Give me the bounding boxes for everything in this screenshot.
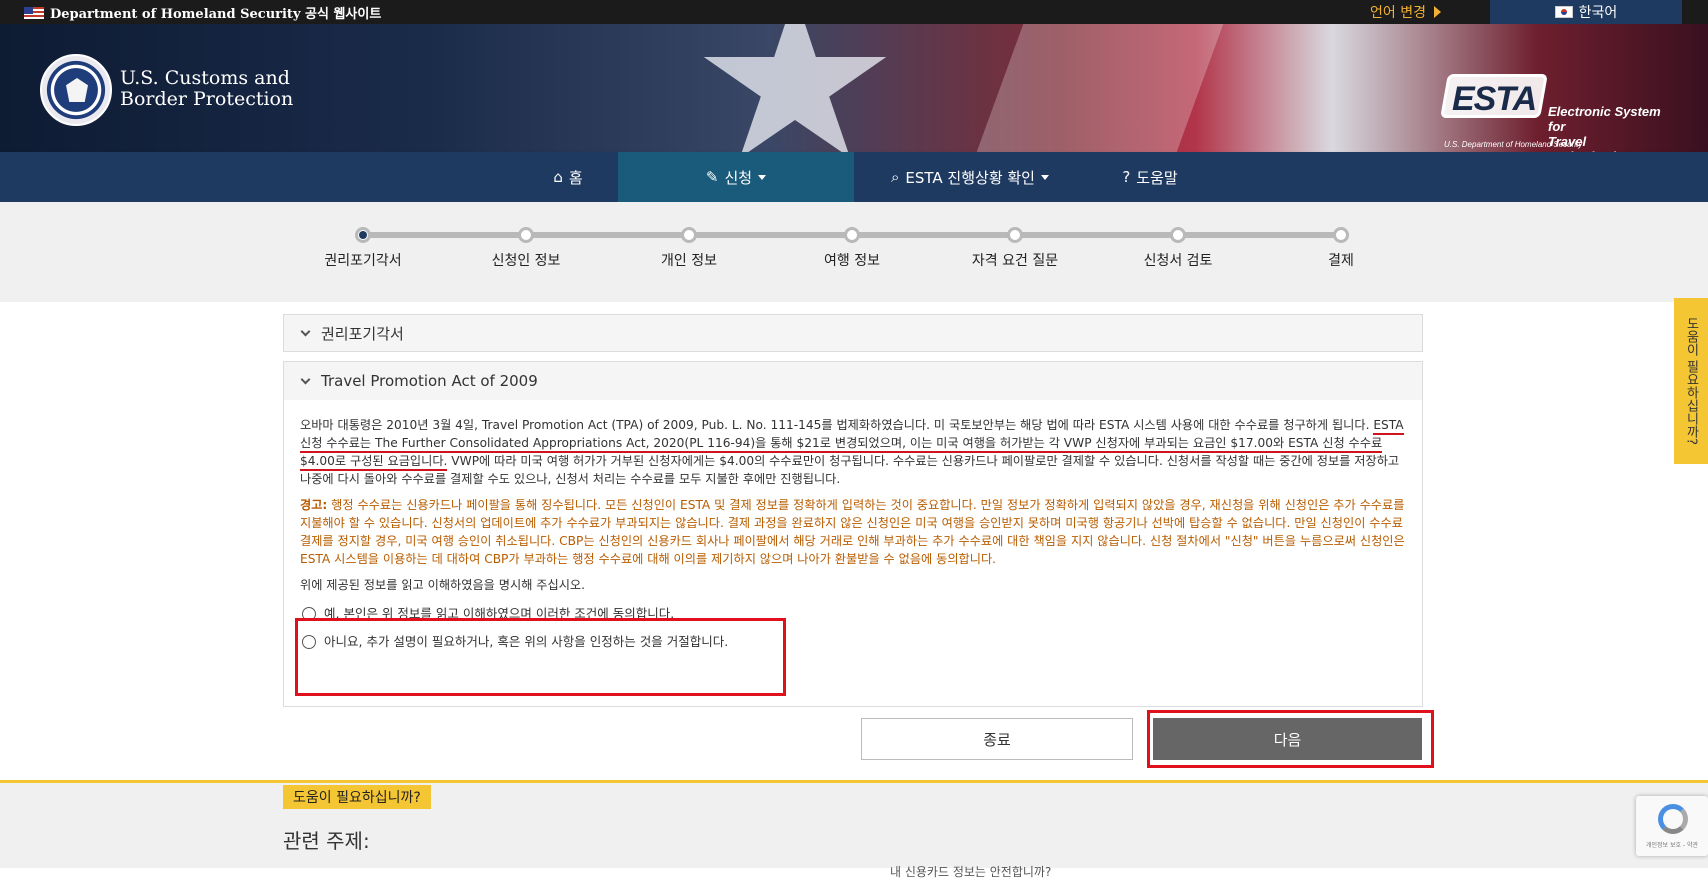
progress-step: 결제 <box>1261 202 1421 292</box>
pencil-icon: ✎ <box>705 168 719 186</box>
esta-logo-word: ESTA <box>1452 80 1537 118</box>
gov-banner-text: Department of Homeland Security 공식 웹사이트 <box>50 7 382 22</box>
fee-text-intro: 오바마 대통령은 2010년 3월 4일, Travel Promotion A… <box>300 418 1374 432</box>
nav-home-label: 홈 <box>568 168 583 187</box>
step-dot <box>355 227 371 243</box>
esta-logo[interactable]: ESTA Electronic System for Travel Author… <box>1440 54 1664 152</box>
header-banner: U.S. Customs and Border Protection ESTA … <box>0 24 1708 152</box>
step-label: 권리포기각서 <box>324 253 402 269</box>
acknowledge-prompt: 위에 제공된 정보를 읽고 이해하였음을 명시해 주십시오. <box>300 578 586 592</box>
exit-button[interactable]: 종료 <box>861 718 1133 760</box>
warning-label: 경고: <box>300 498 328 512</box>
step-dot <box>844 227 860 243</box>
current-language-label: 한국어 <box>1578 5 1618 21</box>
help-footer: 도움이 필요하십니까? 관련 주제: 내 신용카드 정보는 안전합니까? <box>0 780 1708 879</box>
step-label: 자격 요건 질문 <box>971 253 1059 269</box>
step-dot <box>518 227 534 243</box>
search-icon: ⌕ <box>890 168 900 186</box>
esta-tagline-1: Electronic System for <box>1548 104 1661 134</box>
waiver-accordion: 권리포기각서 <box>283 314 1423 352</box>
language-change-label: 언어 변경 <box>1370 5 1426 21</box>
nav-help[interactable]: ? 도움말 <box>1100 152 1200 202</box>
progress-step: 여행 정보 <box>772 202 932 292</box>
step-label: 신청인 정보 <box>491 253 561 269</box>
gov-banner: Department of Homeland Security 공식 웹사이트 <box>24 3 381 22</box>
next-button[interactable]: 다음 <box>1153 718 1422 760</box>
esta-logo-subtitle: U.S. Department of Homeland Security <box>1444 140 1583 149</box>
recaptcha-icon <box>1658 804 1688 834</box>
korea-flag-icon <box>1554 6 1573 18</box>
step-label: 신청서 검토 <box>1143 253 1213 269</box>
related-topic-link[interactable]: 내 신용카드 정보는 안전합니까? <box>890 863 1051 880</box>
nav-home[interactable]: ⌂ 홈 <box>520 152 616 202</box>
question-circle-icon: ? <box>1122 168 1131 186</box>
radio-highlight-box <box>295 618 786 696</box>
warning-paragraph: 경고: 행정 수수료는 신용카드나 페이팔을 통해 징수됩니다. 모든 신청인이… <box>300 496 1406 568</box>
official-site-bar: Department of Homeland Security 공식 웹사이트 … <box>0 0 1708 24</box>
step-label: 개인 정보 <box>661 253 717 269</box>
step-dot <box>1007 227 1023 243</box>
recaptcha-text: 개인정보 보호 - 약관 <box>1645 842 1699 849</box>
dhs-seal-logo[interactable] <box>40 54 112 126</box>
nav-apply-label: 신청 <box>724 168 753 187</box>
waiver-accordion-header[interactable]: 권리포기각서 <box>284 315 1422 351</box>
progress-step: 신청인 정보 <box>446 202 606 292</box>
fee-paragraph: 오바마 대통령은 2010년 3월 4일, Travel Promotion A… <box>300 416 1406 488</box>
step-dot <box>1333 227 1349 243</box>
progress-step: 권리포기각서 <box>283 202 443 292</box>
nav-check-status[interactable]: ⌕ ESTA 진행상황 확인 <box>870 152 1070 202</box>
step-label: 여행 정보 <box>824 253 880 269</box>
warning-text: 행정 수수료는 신용카드나 페이팔을 통해 징수됩니다. 모든 신청인이 EST… <box>300 498 1405 566</box>
home-icon: ⌂ <box>553 168 563 186</box>
progress-step: 자격 요건 질문 <box>935 202 1095 292</box>
progress-step: 신청서 검토 <box>1098 202 1258 292</box>
tpa-accordion-header[interactable]: Travel Promotion Act of 2009 <box>284 362 1422 400</box>
chevron-down-icon <box>300 374 311 384</box>
need-help-tag: 도움이 필요하십니까? <box>283 785 431 809</box>
side-help-label: 도움이 필요하십니까? <box>1683 316 1699 446</box>
chevron-down-icon <box>1041 174 1049 180</box>
cbp-agency-name[interactable]: U.S. Customs and Border Protection <box>120 68 293 110</box>
waiver-title: 권리포기각서 <box>321 324 404 343</box>
nav-status-label: ESTA 진행상황 확인 <box>905 168 1035 187</box>
recaptcha-badge[interactable]: 개인정보 보호 - 약관 <box>1636 796 1708 856</box>
nav-help-label: 도움말 <box>1136 168 1178 187</box>
related-topics-heading: 관련 주제: <box>283 829 370 853</box>
application-progress: 권리포기각서 신청인 정보 개인 정보 여행 정보 자격 요건 질문 신청서 검… <box>0 202 1708 302</box>
step-dot <box>681 227 697 243</box>
current-language-button[interactable]: 한국어 <box>1490 0 1682 24</box>
fee-text-rest: VWP에 따라 미국 여행 허가가 거부된 신청자에게는 $4.00의 수수료만… <box>300 454 1400 486</box>
chevron-down-icon <box>758 174 767 180</box>
tpa-title: Travel Promotion Act of 2009 <box>321 372 538 390</box>
agency-line-2: Border Protection <box>120 88 294 110</box>
flag-stripe-decoration <box>976 24 1224 152</box>
side-help-tab[interactable]: 도움이 필요하십니까? <box>1674 298 1708 464</box>
step-label: 결제 <box>1328 253 1354 269</box>
main-nav: ⌂ 홈 ✎ 신청 ⌕ ESTA 진행상황 확인 ? 도움말 <box>0 152 1708 202</box>
agency-line-1: U.S. Customs and <box>120 67 290 89</box>
chevron-down-icon <box>300 326 311 336</box>
us-flag-icon <box>24 6 44 19</box>
step-dot <box>1170 227 1186 243</box>
nav-apply[interactable]: ✎ 신청 <box>618 152 854 202</box>
flag-star-decoration <box>703 24 887 152</box>
progress-step: 개인 정보 <box>609 202 769 292</box>
language-change-link[interactable]: 언어 변경 <box>1370 2 1441 22</box>
caret-right-icon <box>1433 6 1441 18</box>
